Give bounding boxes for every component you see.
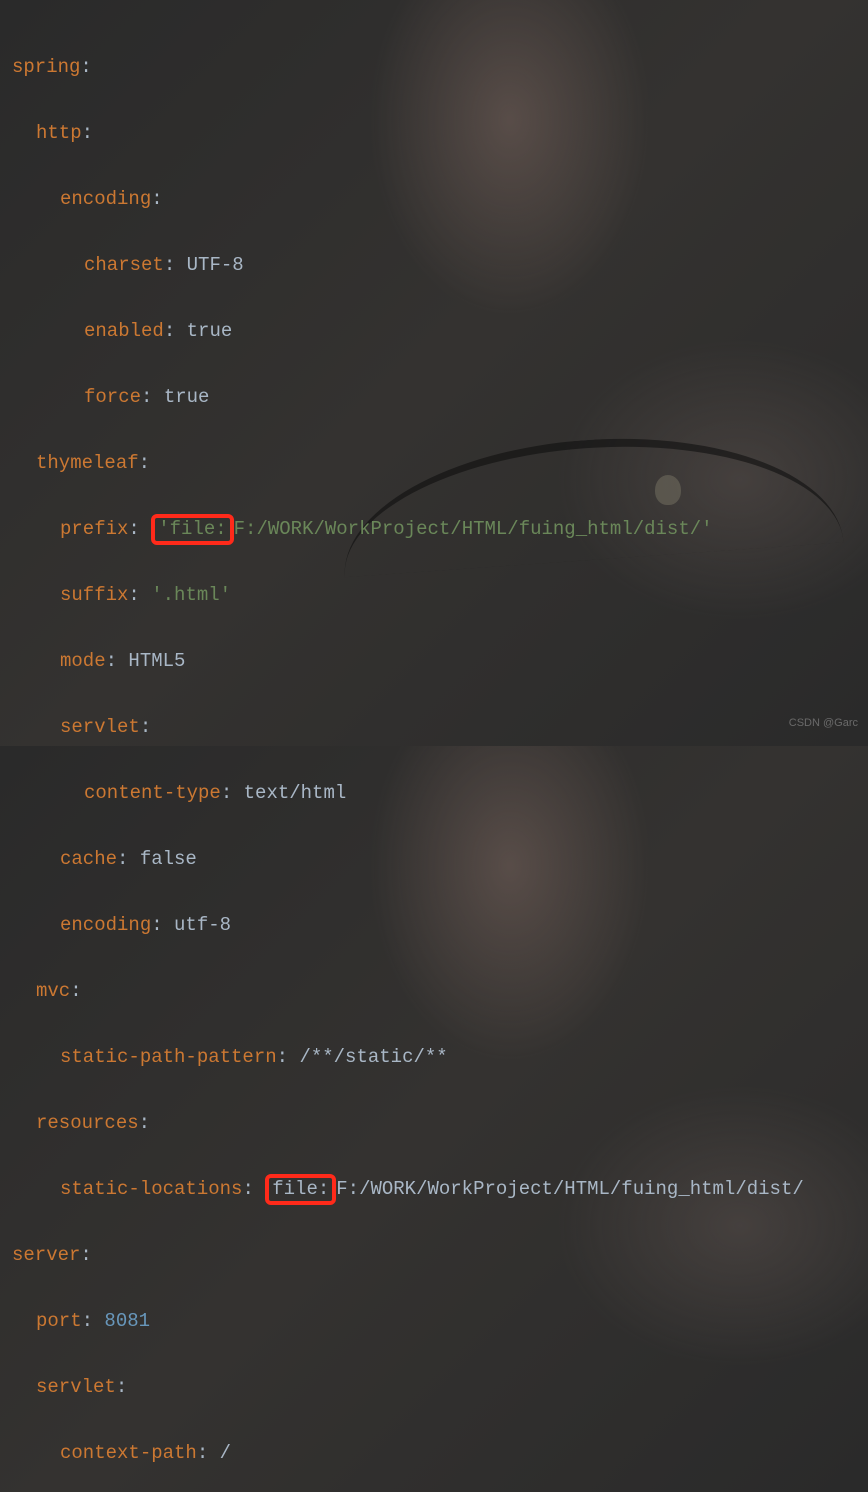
key-port: port [36,1310,82,1332]
value-enabled: true [187,320,233,342]
line-mvc: mvc: [12,975,856,1008]
line-server: server: [12,1239,856,1272]
highlight-file-staticlocations: file: [265,1174,336,1205]
line-force: force: true [12,381,856,414]
watermark: CSDN @Garc [789,707,858,740]
value-mode: HTML5 [128,650,185,672]
key-enabled: enabled [84,320,164,342]
line-charset: charset: UTF-8 [12,249,856,282]
line-suffix: suffix: '.html' [12,579,856,612]
value-staticlocations-path: F:/WORK/WorkProject/HTML/fuing_html/dist… [336,1178,803,1200]
value-prefix-path: F:/WORK/WorkProject/HTML/fuing_html/dist… [234,518,713,540]
key-mvc: mvc [36,980,70,1002]
value-contenttype: text/html [244,782,347,804]
highlight-file-prefix: 'file: [151,514,233,545]
key-contenttype: content-type [84,782,221,804]
line-enabled: enabled: true [12,315,856,348]
key-force: force [84,386,141,408]
value-suffix: '.html' [151,584,231,606]
key-staticpathpattern: static-path-pattern [60,1046,277,1068]
line-thymeleaf: thymeleaf: [12,447,856,480]
key-suffix: suffix [60,584,128,606]
line-servlet: servlet: [12,711,856,744]
key-server: server [12,1244,80,1266]
value-encoding2: utf-8 [174,914,231,936]
line-resources: resources: [12,1107,856,1140]
line-spring: spring: [12,51,856,84]
value-cache: false [140,848,197,870]
line-staticlocations: static-locations: file:F:/WORK/WorkProje… [12,1173,856,1206]
yaml-code-block: spring: http: encoding: charset: UTF-8 e… [0,0,868,1492]
line-contenttype: content-type: text/html [12,777,856,810]
key-encoding2: encoding [60,914,151,936]
key-charset: charset [84,254,164,276]
line-servlet2: servlet: [12,1371,856,1404]
value-force: true [164,386,210,408]
key-mode: mode [60,650,106,672]
key-staticlocations: static-locations [60,1178,242,1200]
line-http: http: [12,117,856,150]
key-contextpath: context-path [60,1442,197,1464]
key-cache: cache [60,848,117,870]
value-staticpathpattern: /**/static/** [299,1046,447,1068]
key-prefix: prefix [60,518,128,540]
line-cache: cache: false [12,843,856,876]
key-encoding: encoding [60,188,151,210]
key-thymeleaf: thymeleaf [36,452,139,474]
line-prefix: prefix: 'file:F:/WORK/WorkProject/HTML/f… [12,513,856,546]
key-http: http [36,122,82,144]
key-resources: resources [36,1112,139,1134]
value-charset: UTF-8 [187,254,244,276]
key-servlet: servlet [60,716,140,738]
key-spring: spring [12,56,80,78]
line-port: port: 8081 [12,1305,856,1338]
value-contextpath: / [220,1442,231,1464]
line-encoding: encoding: [12,183,856,216]
value-port: 8081 [104,1310,150,1332]
line-staticpathpattern: static-path-pattern: /**/static/** [12,1041,856,1074]
line-mode: mode: HTML5 [12,645,856,678]
key-servlet2: servlet [36,1376,116,1398]
line-contextpath: context-path: / [12,1437,856,1470]
line-encoding2: encoding: utf-8 [12,909,856,942]
